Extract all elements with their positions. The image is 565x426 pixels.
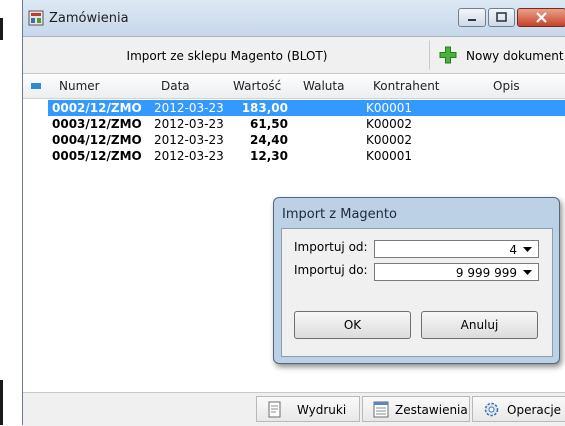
cell-data: 2012-03-23 — [154, 149, 224, 163]
cancel-button[interactable]: Anuluj — [421, 311, 538, 339]
print-button[interactable]: Wydruki — [256, 396, 360, 422]
cell-wartosc: 61,50 — [250, 117, 288, 131]
import-magento-dialog: Import z Magento Importuj od: 4 Importuj… — [273, 197, 560, 364]
dialog-title: Import z Magento — [282, 207, 397, 222]
new-document-label: Nowy dokument — [466, 49, 564, 63]
new-document-button[interactable]: Nowy dokument — [432, 40, 565, 70]
operations-label: Operacje — [507, 403, 562, 417]
cell-data: 2012-03-23 — [154, 133, 224, 147]
cell-data: 2012-03-23 — [154, 101, 224, 115]
cell-wartosc: 24,40 — [250, 133, 288, 147]
cell-kontrahent: K00001 — [366, 101, 413, 115]
import-to-combo[interactable]: 9 999 999 — [374, 263, 539, 281]
cell-numer: 0005/12/ZMO — [52, 149, 142, 163]
column-header-opis[interactable]: Opis — [493, 79, 520, 93]
title-bar[interactable]: Zamówienia — [23, 0, 565, 37]
toolbar: Import ze sklepu Magento (BLOT) Nowy dok… — [23, 37, 565, 74]
import-magento-button[interactable]: Import ze sklepu Magento (BLOT) — [24, 40, 430, 70]
import-to-value: 9 999 999 — [455, 266, 517, 280]
print-label: Wydruki — [297, 403, 347, 417]
operations-button[interactable]: Operacje — [472, 396, 565, 422]
column-header-data[interactable]: Data — [161, 79, 190, 93]
printout-icon — [268, 401, 281, 418]
import-magento-label: Import ze sklepu Magento (BLOT) — [126, 49, 328, 63]
plus-icon — [439, 46, 457, 64]
column-header-wartosc[interactable]: Wartość — [233, 79, 281, 93]
table-row[interactable]: 0003/12/ZMO 2012-03-23 61,50 K00002 — [48, 116, 565, 132]
orders-window: Zamówienia Import ze sklepu Magento (BLO… — [22, 0, 565, 426]
cell-wartosc: 183,00 — [241, 101, 288, 115]
column-header-waluta[interactable]: Waluta — [303, 79, 344, 93]
report-icon — [373, 401, 389, 418]
table-row[interactable]: 0004/12/ZMO 2012-03-23 24,40 K00002 — [48, 132, 565, 148]
minimize-button[interactable] — [458, 8, 486, 27]
ok-label: OK — [343, 318, 362, 332]
cell-kontrahent: K00002 — [366, 133, 413, 147]
gear-icon — [484, 402, 499, 417]
bottom-toolbar: Wydruki Zestawienia Operacje — [23, 392, 565, 426]
column-header-kontrahent[interactable]: Kontrahent — [373, 79, 440, 93]
row-indicator-icon — [31, 83, 41, 89]
maximize-button[interactable] — [488, 8, 515, 27]
maximize-icon — [496, 12, 507, 22]
chevron-down-icon[interactable] — [520, 264, 535, 280]
import-to-label: Importuj do: — [294, 263, 368, 277]
cell-numer: 0002/12/ZMO — [52, 101, 142, 115]
dialog-body: Importuj od: 4 Importuj do: 9 999 999 OK… — [281, 228, 553, 357]
grid-header: Numer Data Wartość Waluta Kontrahent Opi… — [23, 74, 565, 99]
cell-numer: 0003/12/ZMO — [52, 117, 142, 131]
cell-numer: 0004/12/ZMO — [52, 133, 142, 147]
left-edge-bar-bottom — [0, 380, 3, 425]
cell-wartosc: 12,30 — [250, 149, 288, 163]
table-row[interactable]: 0002/12/ZMO 2012-03-23 183,00 K00001 — [48, 100, 565, 116]
column-header-numer[interactable]: Numer — [59, 79, 100, 93]
reports-label: Zestawienia — [395, 403, 468, 417]
close-button[interactable] — [517, 8, 565, 27]
import-from-value: 4 — [509, 243, 517, 257]
reports-button[interactable]: Zestawienia — [362, 396, 470, 422]
cell-kontrahent: K00001 — [366, 149, 413, 163]
close-icon — [536, 12, 547, 23]
import-from-label: Importuj od: — [294, 240, 368, 254]
minimize-icon — [468, 19, 476, 21]
ok-button[interactable]: OK — [294, 311, 411, 339]
cell-data: 2012-03-23 — [154, 117, 224, 131]
window-title: Zamówienia — [49, 11, 129, 26]
cell-kontrahent: K00002 — [366, 117, 413, 131]
chevron-down-icon[interactable] — [520, 241, 535, 257]
import-from-combo[interactable]: 4 — [374, 240, 539, 258]
cancel-label: Anuluj — [460, 318, 499, 332]
left-edge-bar-top — [0, 18, 3, 40]
table-row[interactable]: 0005/12/ZMO 2012-03-23 12,30 K00001 — [48, 148, 565, 164]
orders-app-icon — [28, 10, 44, 26]
